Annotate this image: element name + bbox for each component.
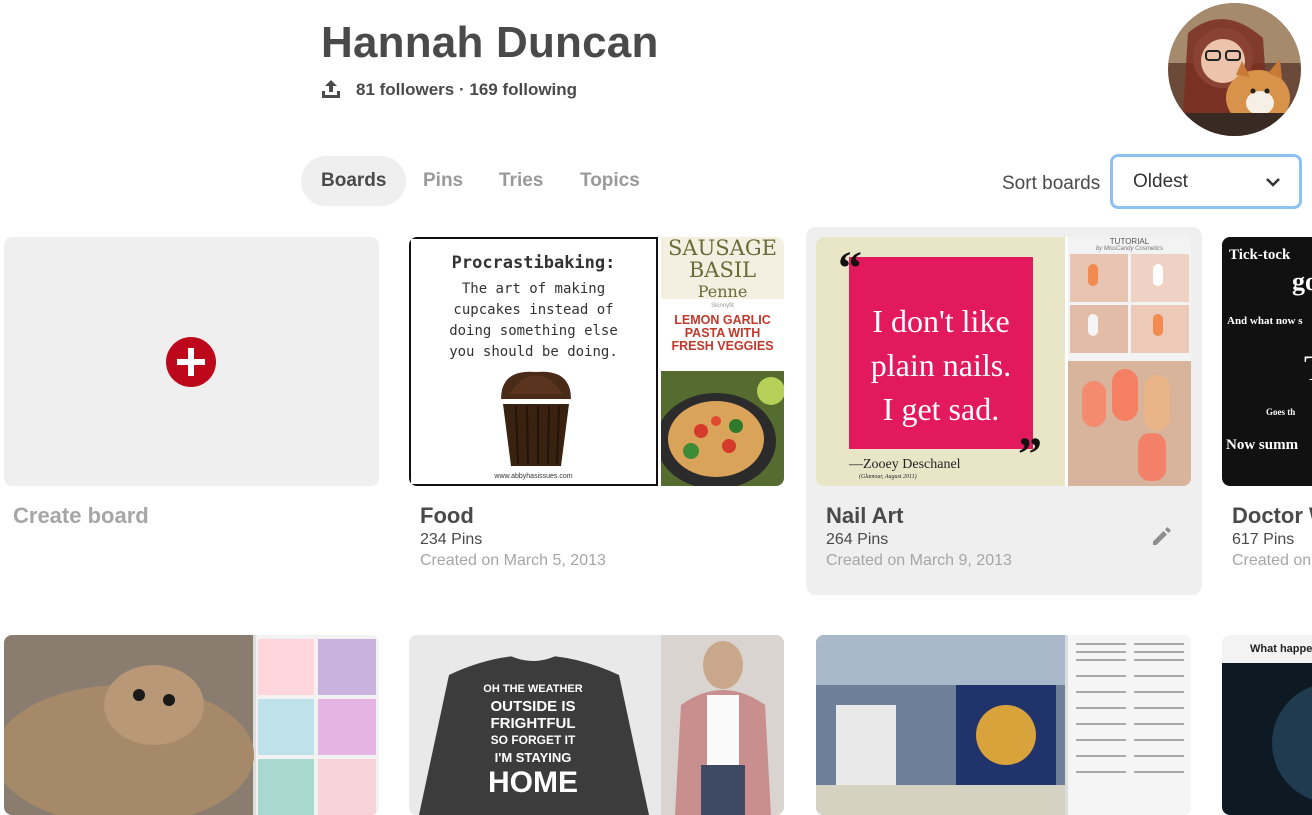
cover-line: doing something else [449,323,618,339]
cover-line: Now summ [1226,437,1299,453]
sort-select[interactable]: Oldest [1110,154,1302,209]
board-cover-nail-art[interactable]: I don't like plain nails. I get sad. “ ”… [816,237,1191,486]
quote-line: I don't like [872,303,1010,339]
cover-line: T [1304,347,1312,389]
profile-name: Hannah Duncan [321,18,659,67]
board-title[interactable]: Doctor W [1232,503,1312,529]
cupcake-icon [501,371,571,466]
side-text: SAUSAGE [668,237,777,260]
board-title[interactable]: Nail Art [826,503,903,529]
tab-pins[interactable]: Pins [423,156,463,206]
cover-footer: www.abbyhasissues.com [494,473,573,480]
avatar[interactable] [1168,3,1301,136]
shirt-text: HOME [488,766,578,799]
quote-source: (Glamour, August 2011) [859,474,917,480]
shirt-text: SO FORGET IT [490,733,576,747]
board-cover-doctor-who[interactable]: Tick-tock go And what now s T Goes th No… [1222,237,1312,486]
board-cover-row2-2[interactable]: OH THE WEATHER OUTSIDE IS FRIGHTFUL SO F… [409,635,784,815]
bedroom-image [816,635,1191,815]
cover-line: go [1292,267,1312,296]
board-cover-row2-4[interactable]: What happens [1222,635,1312,815]
cover-line: The art of making [461,281,606,297]
tab-tries[interactable]: Tries [499,156,543,206]
shirt-text: OUTSIDE IS [490,698,576,715]
board-created-date: Created on March 9, 2013 [826,552,1012,569]
board-cover-row2-1[interactable] [4,635,379,815]
cover-text: What happens [1250,643,1312,655]
side-text: FRESH VEGGIES [671,339,774,353]
board-created-date: Created on [1232,552,1312,569]
quote-line: I get sad. [882,391,1000,427]
cover-line: Goes th [1266,407,1296,417]
tab-boards[interactable]: Boards [301,156,407,206]
side-title: TUTORIAL [1109,237,1150,246]
create-board-label[interactable]: Create board [13,503,149,529]
cover-line: And what now s [1227,315,1303,327]
quote-close-icon: ” [1018,428,1042,481]
nail-tutorial-image [1070,254,1189,353]
follow-stats[interactable]: 81 followers · 169 following [356,80,577,100]
plus-icon [166,337,216,387]
board-cover-food[interactable]: Procrastibaking: The art of making cupca… [409,237,784,486]
shirt-text: FRIGHTFUL [490,715,576,732]
side-text: BASIL [688,258,757,282]
share-icon[interactable] [320,78,342,100]
board-created-date: Created on March 5, 2013 [420,552,606,569]
pasta-image [661,371,784,486]
chevron-down-icon [1266,178,1280,187]
cover-heading: Procrastibaking: [451,253,616,273]
quote-attribution: —Zooey Deschanel [849,457,961,472]
sort-select-value: Oldest [1133,171,1188,192]
quote-open-icon: “ [838,242,862,295]
board-cover-row2-3[interactable] [816,635,1191,815]
board-pin-count: 264 Pins [826,531,889,548]
board-title[interactable]: Food [420,503,474,529]
shirt-text: I'M STAYING [494,750,572,765]
edit-pencil-icon[interactable] [1150,524,1174,548]
sort-boards-label: Sort boards [1002,173,1101,194]
tab-topics[interactable]: Topics [580,156,640,206]
board-pin-count: 234 Pins [420,531,483,548]
quote-line: plain nails. [870,347,1012,383]
fashion-photo [661,635,784,815]
board-pin-count: 617 Pins [1232,531,1295,548]
side-text: Penne [697,282,748,299]
cover-line: you should be doing. [449,344,618,360]
side-text: Skinnyfit [711,303,734,309]
space-image [1222,663,1312,815]
cover-line: Tick-tock [1229,247,1291,263]
create-board-tile[interactable] [4,237,379,486]
nail-photo [1068,361,1191,486]
cover-line: cupcakes instead of [453,302,614,318]
shirt-text: OH THE WEATHER [483,683,583,695]
sea-lion-image [4,635,379,815]
